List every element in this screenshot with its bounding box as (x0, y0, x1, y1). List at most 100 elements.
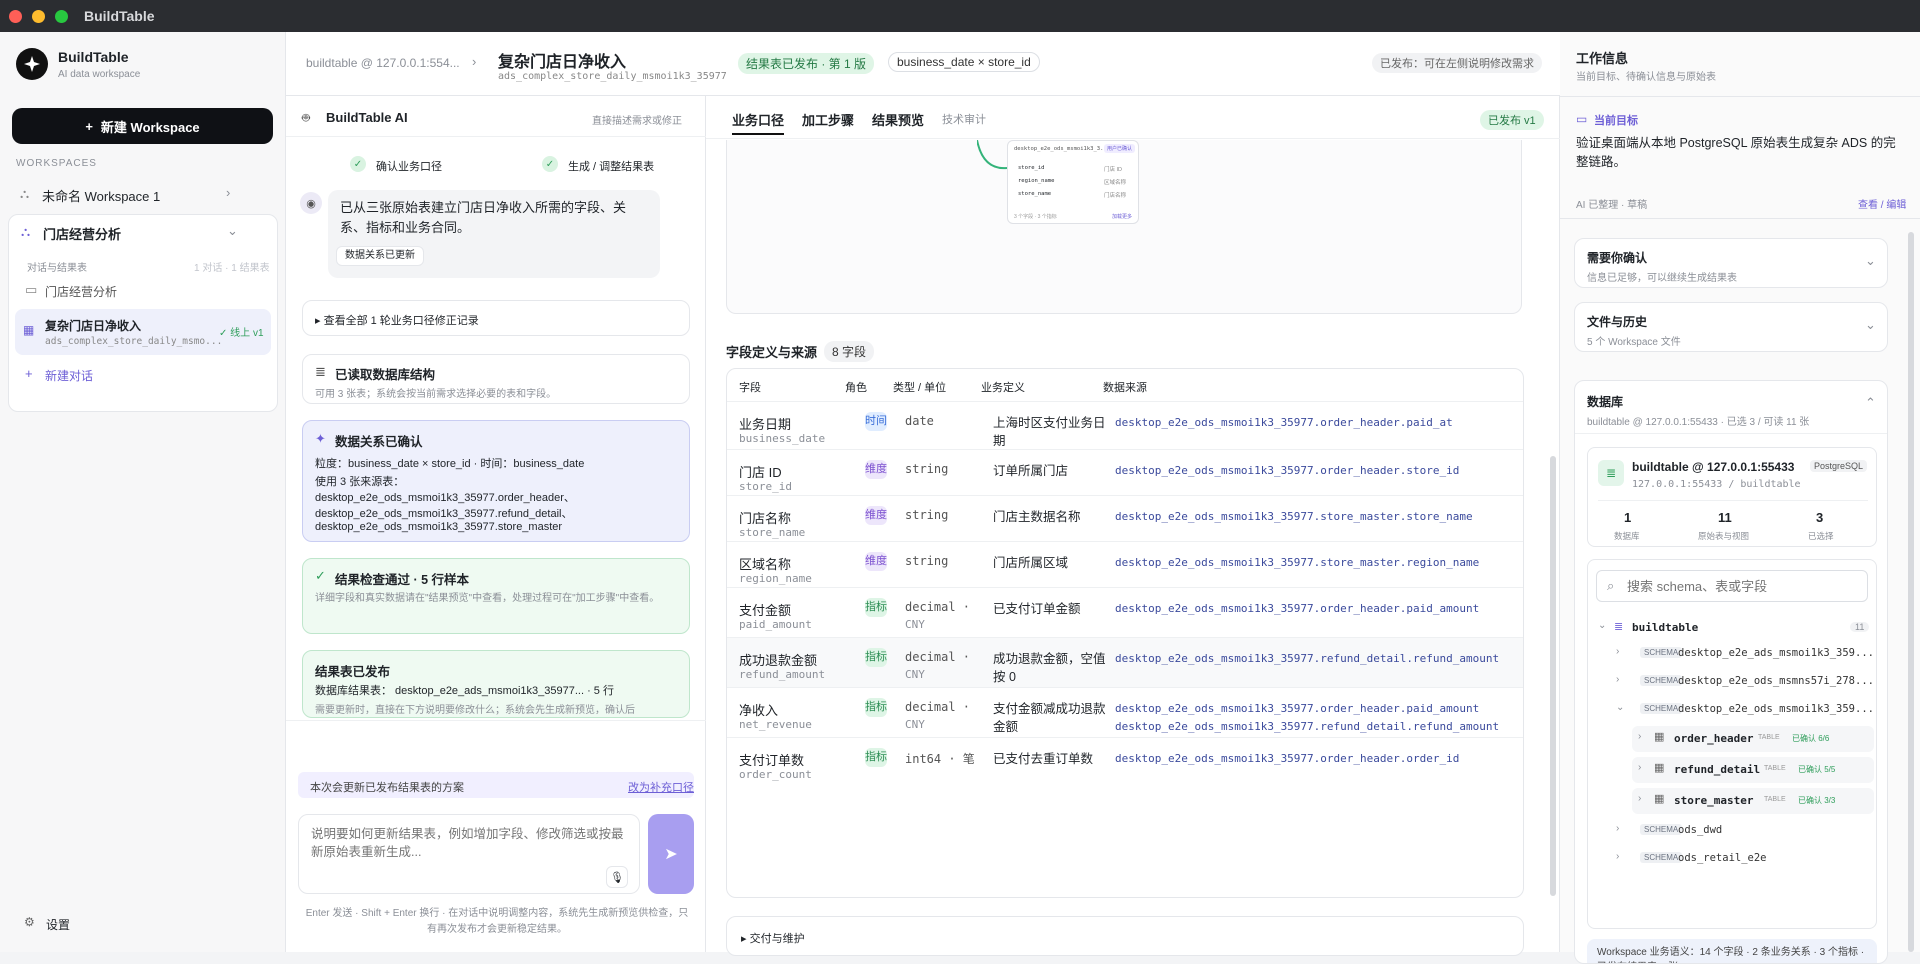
table-row[interactable]: 支付订单数 order_count 指标 int64 · 笔 已支付去重订单数 deskt… (727, 737, 1523, 783)
table-row[interactable]: 业务日期 business_date 时间 date 上海时区支付业务日期 desktop… (727, 401, 1523, 449)
schema-name: desktop_e2e_ads_msmoi1k3_359... (1678, 647, 1874, 659)
chevron-right-icon: › (1616, 823, 1620, 834)
field-type: decimal · (905, 600, 971, 614)
field-type: string (905, 462, 949, 476)
confirm-section[interactable]: 需要你确认 信息已足够，可以继续生成结果表 ⌄ (1574, 238, 1888, 288)
field-source: desktop_e2e_ods_msmoi1k3_35977.order_hea… (1115, 702, 1480, 715)
chevron-right-icon: › (1616, 851, 1620, 862)
chevron-right-icon: › (1638, 731, 1642, 742)
field-type: int64 · 笔 (905, 752, 975, 766)
role-badge: 维度 (865, 552, 887, 571)
table-status: 已确认 6/6 (1792, 734, 1830, 743)
ai-note: AI 已整理 · 草稿 (1576, 200, 1648, 211)
tree-schema[interactable]: › SCHEMA ods_retail_e2e (1588, 847, 1878, 871)
version-badge: 已发布 v1 (1480, 110, 1544, 130)
field-type: string (905, 554, 949, 568)
table-row[interactable]: 净收入 net_revenue 指标 decimal · CNY 支付金额减成功退款金额 d… (727, 687, 1523, 737)
assistant-avatar: ◉ (300, 192, 322, 214)
table-row[interactable]: 门店名称 store_name 维度 string 门店主数据名称 desktop_e2e… (727, 495, 1523, 541)
workspace-item-1[interactable]: ⛬ 未命名 Workspace 1 › (8, 180, 278, 208)
conversation-item-1[interactable]: ▭ 门店经营分析 (17, 277, 269, 303)
tree-table[interactable]: › ▦ store_master TABLE 已确认 3/3 (1588, 788, 1878, 814)
field-source: desktop_e2e_ods_msmoi1k3_35977.store_mas… (1115, 510, 1473, 523)
table-status: 已确认 5/5 (1798, 765, 1836, 774)
tab-preview[interactable]: 结果预览 (872, 110, 924, 135)
tree-table[interactable]: › ▦ order_header TABLE 已确认 6/6 (1588, 726, 1878, 752)
field-definition: 订单所属门店 (993, 464, 1069, 478)
check-circle-icon: ✓ (219, 328, 228, 339)
chevron-up-icon[interactable]: ⌃ (1865, 395, 1876, 411)
table-row[interactable]: 门店 ID store_id 维度 string 订单所属门店 desktop_e2e_o… (727, 449, 1523, 495)
switch-to-supplement-link[interactable]: 改为补充口径 (628, 779, 694, 795)
field-definition: 上海时区支付业务日期 (993, 416, 1106, 448)
window-title: BuildTable (84, 8, 155, 24)
new-workspace-button[interactable]: + 新建 Workspace (12, 108, 273, 144)
tree-root[interactable]: ⌄ ≣ buildtable 11 (1588, 616, 1878, 640)
delivery-toggle[interactable]: ▸ 交付与维护 (726, 916, 1524, 956)
window-titlebar: BuildTable (0, 0, 1920, 32)
field-code: refund_amount (739, 668, 826, 681)
chevron-down-icon: ⌄ (1598, 620, 1607, 631)
right-scrollbar[interactable] (1908, 232, 1914, 952)
tree-table[interactable]: › ▦ refund_detail TABLE 已确认 5/5 (1588, 757, 1878, 783)
work-info-panel: 工作信息 当前目标、待确认信息与原始表 ▭ 当前目标 验证桌面端从本地 Post… (1560, 32, 1920, 964)
online-badge: ✓ 线上 v1 (219, 328, 264, 339)
field-source: desktop_e2e_ods_msmoi1k3_35977.order_hea… (1115, 464, 1460, 477)
chat-input[interactable] (298, 814, 640, 894)
schema-search-input[interactable] (1627, 576, 1863, 596)
send-button[interactable]: ➤ (648, 814, 694, 894)
conversation-item-2[interactable]: ▦ 复杂门店日净收入 ads_complex_store_daily_msmo.… (15, 309, 271, 355)
relation-canvas: desktop_e2e_ods_msmoi1k3_3... 用户已确认 stor… (726, 140, 1522, 314)
breadcrumb[interactable]: buildtable @ 127.0.0.1:554... (306, 56, 460, 70)
table-name: order_header (1674, 732, 1754, 745)
chevron-down-icon: ⌄ (1865, 317, 1876, 332)
tree-schema[interactable]: › SCHEMA desktop_e2e_ods_msmns57i_278... (1588, 670, 1878, 694)
maximize-window-button[interactable] (55, 10, 68, 23)
field-code: business_date (739, 432, 826, 445)
settings-button[interactable]: ⚙ 设置 (16, 912, 136, 936)
field-definition: 成功退款金额，空值按 0 (993, 652, 1106, 684)
tab-bar: 业务口径 加工步骤 结果预览 技术审计 (732, 110, 986, 135)
close-window-button[interactable] (9, 10, 22, 23)
tab-audit[interactable]: 技术审计 (942, 110, 986, 135)
workspace-item-2[interactable]: ⛬ 门店经营分析 ⌄ (9, 215, 277, 247)
schema-tag: SCHEMA (1640, 824, 1683, 835)
field-definition: 支付金额减成功退款金额 (993, 702, 1106, 734)
schema-name: desktop_e2e_ods_msmns57i_278... (1678, 675, 1874, 687)
main-scrollbar[interactable] (1550, 456, 1556, 896)
table-row[interactable]: 区域名称 region_name 维度 string 门店所属区域 desktop_e2e… (727, 541, 1523, 587)
grain-badge: business_date × store_id (888, 52, 1040, 72)
brand-name: BuildTable (58, 49, 129, 65)
new-conversation-button[interactable]: + 新建对话 (17, 361, 269, 387)
tab-steps[interactable]: 加工步骤 (802, 110, 854, 135)
files-section[interactable]: 文件与历史 5 个 Workspace 文件 ⌄ (1574, 302, 1888, 352)
sparkle-icon: ✦ (315, 431, 326, 446)
tree-schema[interactable]: › SCHEMA desktop_e2e_ads_msmoi1k3_359... (1588, 642, 1878, 666)
table-icon: ▦ (1654, 731, 1665, 743)
relations-updated-button[interactable]: 数据关系已更新 (336, 246, 424, 266)
tab-business[interactable]: 业务口径 (732, 110, 785, 135)
tree-schema[interactable]: ⌄ SCHEMA desktop_e2e_ods_msmoi1k3_359... (1588, 698, 1878, 722)
chat-icon: ▭ (25, 282, 38, 297)
mini-table-node[interactable]: desktop_e2e_ods_msmoi1k3_3... 用户已确认 stor… (1007, 140, 1139, 224)
field-name: 成功退款金额 (739, 653, 818, 668)
workspaces-label: WORKSPACES (16, 158, 97, 169)
table-status: 已确认 3/3 (1798, 796, 1836, 805)
field-name: 门店 ID (739, 465, 782, 480)
page-title: 复杂门店日净收入 (498, 54, 627, 71)
plus-icon: + (25, 366, 33, 381)
view-edit-link[interactable]: 查看 / 编辑 (1858, 196, 1906, 211)
history-toggle[interactable]: ▸ 查看全部 1 轮业务口径修正记录 (302, 300, 690, 336)
table-row[interactable]: 成功退款金额 refund_amount 指标 decimal · CNY 成功退款金额，… (727, 637, 1523, 687)
chevron-down-icon: ⌄ (1865, 253, 1876, 268)
table-row[interactable]: 支付金额 paid_amount 指标 decimal · CNY 已支付订单金额 desk… (727, 587, 1523, 637)
db-read-card: ≣ 已读取数据库结构 可用 3 张表；系统会按当前需求选择必要的表和字段。 (302, 354, 690, 404)
table-icon: ▦ (1654, 762, 1665, 774)
table-tag: TABLE (1764, 765, 1786, 772)
tree-schema[interactable]: › SCHEMA ods_dwd (1588, 819, 1878, 843)
table-icon: ▦ (1654, 793, 1665, 805)
role-badge: 指标 (865, 698, 887, 717)
minimize-window-button[interactable] (32, 10, 45, 23)
microphone-icon[interactable]: 🎙︎ (606, 866, 628, 888)
schema-search[interactable]: ⌕ (1596, 570, 1868, 602)
